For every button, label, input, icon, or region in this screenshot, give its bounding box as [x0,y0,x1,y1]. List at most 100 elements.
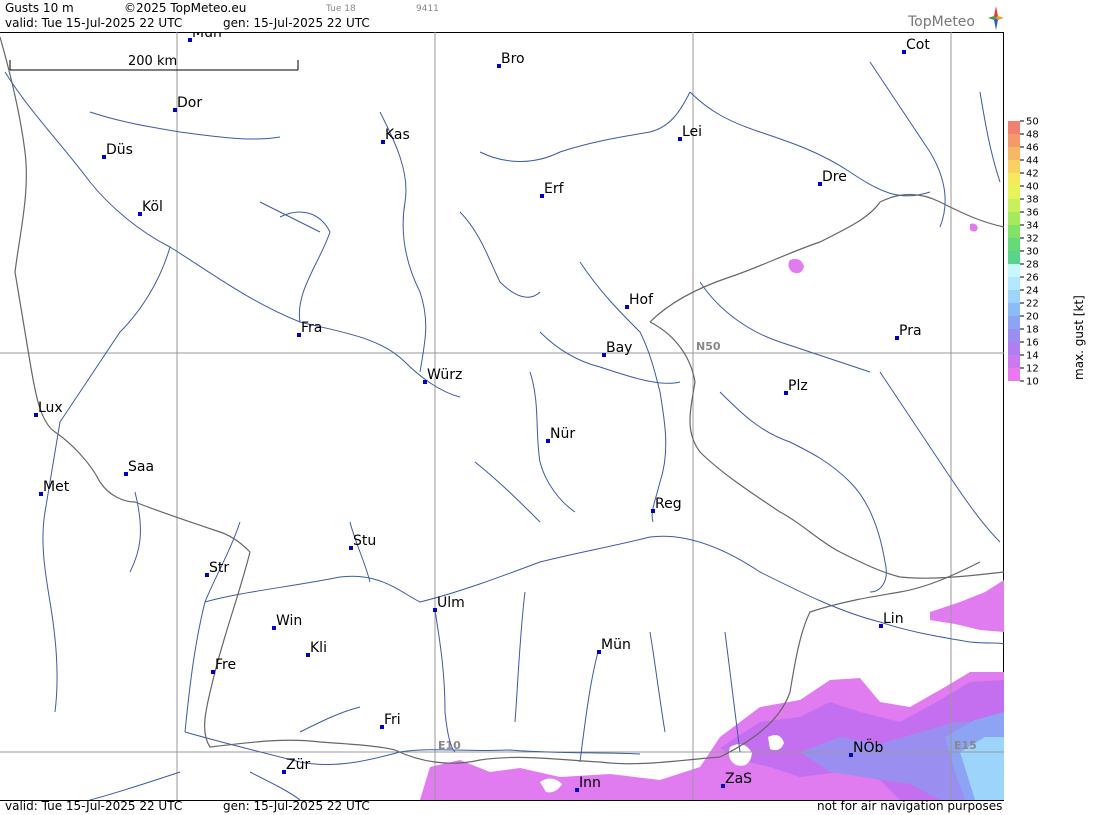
city-marker: Lux [34,400,63,417]
legend-swatch [1008,212,1020,225]
city-label: Düs [106,142,133,158]
legend-tick-label: 44 [1026,156,1039,167]
footer-valid-time: valid: Tue 15-Jul-2025 22 UTC [5,799,183,813]
city-marker: Mün [597,637,631,654]
legend-swatch [1008,355,1020,368]
scale-bar-label: 200 km [128,54,177,69]
legend-tick-label: 18 [1026,325,1039,336]
city-label: Nür [550,426,575,442]
city-label: Köl [142,199,163,215]
city-marker: Bro [497,51,525,68]
legend-tick-label: 28 [1026,260,1039,271]
city-label: Kli [310,640,327,656]
legend-swatch [1008,277,1020,290]
logo-text: TopMeteo [908,14,975,30]
city-label: Dre [822,169,847,185]
city-marker: ZaS [721,771,752,788]
legend-tick-label: 10 [1026,377,1039,388]
city-marker: Pra [895,323,922,340]
city-marker: Win [272,613,302,630]
city-label: Lei [682,124,702,140]
footer-generated-time: gen: 15-Jul-2025 22 UTC [223,799,370,813]
run-code: 9411 [416,4,439,14]
legend-swatch [1008,147,1020,160]
legend-swatch [1008,303,1020,316]
city-marker: Reg [651,496,682,513]
city-marker: Ulm [433,595,465,612]
city-marker: Fre [211,657,236,674]
forecast-day-label: Tue 18 [326,4,356,14]
legend-swatch [1008,264,1020,277]
city-marker: Lei [678,124,702,141]
legend-swatch [1008,238,1020,251]
legend-swatch [1008,329,1020,342]
legend-swatch [1008,121,1020,134]
legend-swatch [1008,186,1020,199]
city-label: Lux [38,400,63,416]
city-marker: Inn [575,775,601,792]
city-marker: Mün [188,32,222,42]
city-label: Mün [601,637,631,653]
legend-tick-label: 46 [1026,143,1039,154]
legend-swatch [1008,316,1020,329]
city-marker: Plz [784,378,808,395]
city-label: Zür [286,757,310,773]
legend-swatch [1008,173,1020,186]
product-title: Gusts 10 m [5,1,74,15]
city-label: Plz [788,378,808,394]
city-marker: Hof [625,292,654,309]
legend-tick-label: 16 [1026,338,1039,349]
city-marker: Str [205,560,229,577]
city-label: Met [43,479,70,495]
legend-tick-label: 22 [1026,299,1039,310]
city-label: Fre [215,657,236,673]
city-label: Fra [301,320,322,336]
city-marker: Düs [102,142,133,159]
legend-swatch [1008,251,1020,264]
legend-swatch [1008,199,1020,212]
city-marker: Cot [902,37,930,54]
city-marker: Kli [306,640,327,657]
city-marker: Nür [546,426,575,443]
city-label: Dor [177,95,202,111]
legend-color-bar [1008,121,1020,381]
gust-fields [420,223,1004,800]
city-label: Lin [883,611,904,627]
city-label: Win [276,613,302,629]
legend-tick-label: 20 [1026,312,1039,323]
legend-tick-label: 40 [1026,182,1039,193]
legend-tick-label: 24 [1026,286,1039,297]
legend-tick-label: 12 [1026,364,1039,375]
city-label: Würz [427,367,462,383]
valid-time: valid: Tue 15-Jul-2025 22 UTC [5,16,183,30]
legend-tick-label: 42 [1026,169,1039,180]
legend-swatch [1008,342,1020,355]
city-label: ZaS [725,771,752,787]
city-marker: Fra [297,320,322,337]
city-marker: Köl [138,199,163,216]
city-label: Pra [899,323,922,339]
gust-map[interactable]: N50 E10 E15 200 km MünBroCotDorKas LeiDü… [0,32,1004,800]
city-marker: Zür [282,757,310,774]
legend-title: max. gust [kt] [1072,295,1086,380]
legend-swatch [1008,290,1020,303]
grid-label-e15: E15 [954,739,977,752]
legend-tick-label: 38 [1026,195,1039,206]
city-marker: Bay [602,340,632,357]
legend-tick-label: 30 [1026,247,1039,258]
city-label: Reg [655,496,682,512]
topmeteo-logo[interactable]: TopMeteo [908,4,1004,32]
city-marker: Fri [380,712,401,729]
legend-tick-label: 14 [1026,351,1039,362]
gust-legend: 50 48 46 44 42 40 38 36 34 32 30 28 26 24 22 20 18 16 14 12… [1008,117,1086,388]
city-label: Stu [353,533,376,549]
city-label: Ulm [437,595,465,611]
city-label: Inn [579,775,601,791]
city-marker: Erf [540,181,565,198]
legend-tick-label: 36 [1026,208,1039,219]
city-marker: Saa [124,459,154,476]
legend-ticks: 50 48 46 44 42 40 38 36 34 32 30 28 26 24 22 20 18 16 14 12… [1020,117,1039,388]
city-label: Cot [906,37,930,53]
city-marker: NÖb [849,738,883,757]
city-label: Bay [606,340,632,356]
